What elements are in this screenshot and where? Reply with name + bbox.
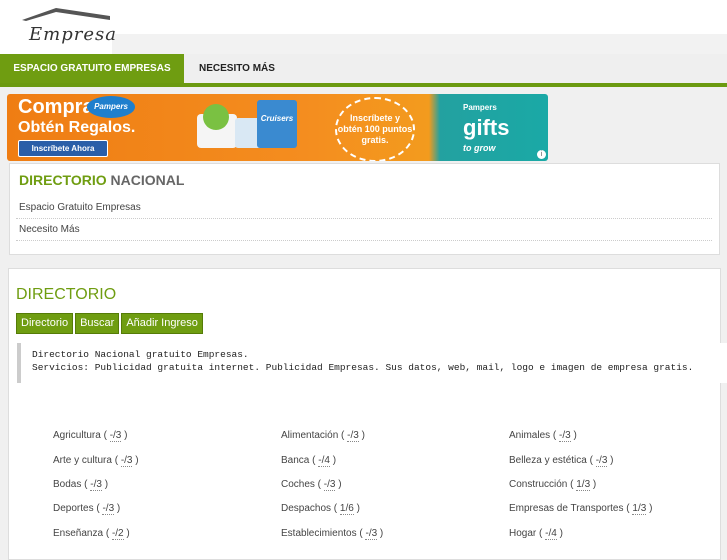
category-count: ( -/3 ) (100, 430, 128, 442)
category-item[interactable]: Animales ( -/3 ) (509, 430, 577, 442)
ad-banner[interactable]: Compra Pampers Obtén Regalos. Inscríbete… (7, 94, 548, 161)
category-count: ( 1/3 ) (567, 479, 597, 491)
description-line2: Servicios: Publicidad gratuita internet.… (32, 362, 694, 373)
category-count-value: -/3 (365, 528, 378, 540)
category-item[interactable]: Establecimientos ( -/3 ) (281, 528, 384, 540)
title-part-a: Directorio (19, 172, 107, 188)
category-name[interactable]: Banca (281, 455, 309, 466)
gifts-text: gifts (463, 115, 510, 140)
directorio-panel: Directorio Directorio Buscar Añadir Ingr… (8, 268, 727, 560)
category-count-value: -/3 (595, 455, 608, 467)
title-part-b: Nacional (110, 172, 185, 188)
category-count-value: -/3 (102, 503, 115, 515)
directorio-button[interactable]: Directorio (16, 313, 74, 334)
category-name[interactable]: Alimentación (281, 430, 338, 441)
panel-title: Directorio Nacional (19, 172, 184, 188)
category-item[interactable]: Belleza y estética ( -/3 ) (509, 455, 614, 467)
banner-line2: Obtén Regalos. (18, 119, 136, 136)
header-strip (112, 34, 727, 54)
category-count-value: 1/3 (632, 503, 647, 515)
toy-image (203, 104, 229, 130)
category-count-value: -/4 (318, 455, 330, 467)
category-name[interactable]: Coches (281, 479, 315, 490)
category-count-value: 1/6 (339, 503, 354, 515)
main-nav: Espacio Gratuito Empresas Necesito Más (0, 54, 727, 83)
category-count-value: -/3 (559, 430, 571, 442)
category-count-value: -/3 (347, 430, 359, 442)
product-name: Cruisers (260, 114, 294, 123)
category-name[interactable]: Despachos (281, 503, 331, 514)
category-count-value: -/2 (111, 528, 124, 540)
directorio-description: Directorio Nacional gratuito Empresas. S… (17, 343, 727, 383)
description-line1: Directorio Nacional gratuito Empresas. (32, 349, 249, 360)
category-count: ( -/4 ) (309, 455, 337, 467)
category-item[interactable]: Banca ( -/4 ) (281, 455, 337, 467)
category-count-value: -/3 (120, 455, 133, 467)
category-name[interactable]: Establecimientos (281, 528, 357, 539)
category-name[interactable]: Hogar (509, 528, 536, 539)
category-item[interactable]: Arte y cultura ( -/3 ) (53, 455, 139, 467)
category-count-value: 1/3 (576, 479, 591, 491)
category-name[interactable]: Enseñanza (53, 528, 103, 539)
category-item[interactable]: Construcción ( 1/3 ) (509, 479, 597, 491)
category-item[interactable]: Alimentación ( -/3 ) (281, 430, 365, 442)
nav-divider (0, 83, 727, 87)
category-count: ( -/4 ) (536, 528, 563, 540)
site-logo[interactable]: Empresa (20, 6, 116, 46)
category-name[interactable]: Deportes (53, 503, 94, 514)
gifts-to-grow-logo: Pampers gifts to grow rewards (463, 98, 509, 161)
category-name[interactable]: Bodas (53, 479, 81, 490)
category-count: ( -/3 ) (586, 455, 614, 467)
link-espacio-gratuito[interactable]: Espacio Gratuito Empresas (16, 197, 712, 219)
logo-text: Empresa (29, 24, 117, 45)
directorio-nacional-panel: Directorio Nacional Espacio Gratuito Emp… (9, 163, 720, 255)
category-count-value: -/4 (545, 528, 557, 540)
category-count: ( 1/3 ) (623, 503, 653, 515)
category-name[interactable]: Animales (509, 430, 550, 441)
banner-line1: Compra (18, 96, 94, 118)
buscar-button[interactable]: Buscar (75, 313, 120, 334)
category-item[interactable]: Bodas ( -/3 ) (53, 479, 109, 491)
category-count: ( -/3 ) (93, 503, 121, 515)
link-necesito-mas[interactable]: Necesito Más (16, 219, 712, 241)
points-offer-circle: Inscríbete y obtén 100 puntos gratis. (335, 97, 415, 161)
category-count: ( -/3 ) (314, 479, 342, 491)
category-name[interactable]: Construcción (509, 479, 567, 490)
category-count: ( -/3 ) (111, 455, 139, 467)
category-count: ( -/3 ) (550, 430, 577, 442)
category-name[interactable]: Arte y cultura (53, 455, 112, 466)
category-name[interactable]: Empresas de Transportes (509, 503, 624, 514)
category-item[interactable]: Enseñanza ( -/2 ) (53, 528, 130, 540)
category-count-value: -/3 (90, 479, 102, 491)
cruisers-box: Cruisers (257, 100, 297, 148)
tab-espacio-gratuito[interactable]: Espacio Gratuito Empresas (0, 54, 184, 83)
category-count-value: -/3 (323, 479, 336, 491)
category-count-value: -/3 (109, 430, 122, 442)
ad-info-icon[interactable]: i (537, 150, 546, 159)
rewards-text: rewards (463, 158, 509, 161)
category-name[interactable]: Agricultura (53, 430, 101, 441)
directorio-title: Directorio (16, 286, 117, 303)
category-item[interactable]: Hogar ( -/4 ) (509, 528, 563, 540)
to-grow-text: to grow (463, 143, 496, 153)
category-count: ( -/3 ) (356, 528, 384, 540)
directorio-toolbar: Directorio Buscar Añadir Ingreso (16, 313, 203, 334)
category-item[interactable]: Deportes ( -/3 ) (53, 503, 121, 515)
pampers-logo: Pampers (87, 96, 135, 118)
category-name[interactable]: Belleza y estética (509, 455, 587, 466)
tab-necesito-mas[interactable]: Necesito Más (199, 54, 275, 83)
category-item[interactable]: Empresas de Transportes ( 1/3 ) (509, 503, 653, 515)
header: Empresa (0, 0, 727, 54)
category-item[interactable]: Agricultura ( -/3 ) (53, 430, 128, 442)
category-count: ( 1/6 ) (331, 503, 360, 515)
category-item[interactable]: Coches ( -/3 ) (281, 479, 342, 491)
roof-icon (22, 8, 110, 21)
anadir-ingreso-button[interactable]: Añadir Ingreso (121, 313, 203, 334)
category-count: ( -/3 ) (338, 430, 365, 442)
category-item[interactable]: Despachos ( 1/6 ) (281, 503, 360, 515)
banner-signup-button[interactable]: Inscríbete Ahora (18, 140, 108, 157)
category-count: ( -/2 ) (103, 528, 130, 540)
category-count: ( -/3 ) (81, 479, 109, 491)
